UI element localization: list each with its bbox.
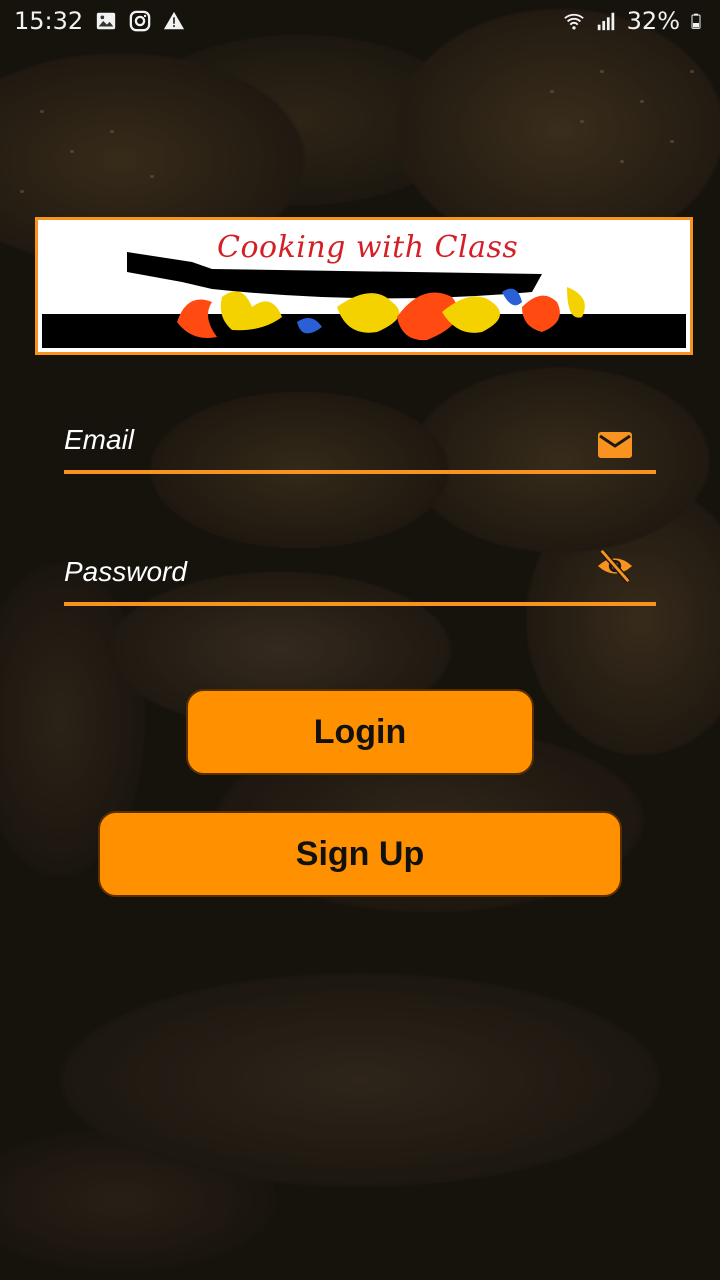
status-bar: 15:32 32% [0,0,720,44]
flames-graphic [177,287,585,341]
battery-percent: 32% [626,7,680,35]
background-image [0,0,720,1280]
email-placeholder: Email [64,424,135,455]
app-logo: Cooking with Class [35,217,693,355]
clock: 15:32 [14,7,84,35]
mail-icon [598,432,632,458]
logo-title: Cooking with Class [217,230,519,265]
image-icon [97,12,116,30]
instagram-icon [129,10,151,32]
battery-icon [691,13,701,29]
visibility-off-icon[interactable] [596,546,634,586]
password-placeholder: Password [64,556,187,587]
login-button[interactable]: Login [186,689,534,775]
signal-icon [597,12,614,31]
signup-button[interactable]: Sign Up [98,811,622,897]
warning-icon [164,11,185,30]
wifi-icon [563,13,584,30]
password-field[interactable]: Password [64,536,656,606]
email-field[interactable]: Email [64,404,656,474]
